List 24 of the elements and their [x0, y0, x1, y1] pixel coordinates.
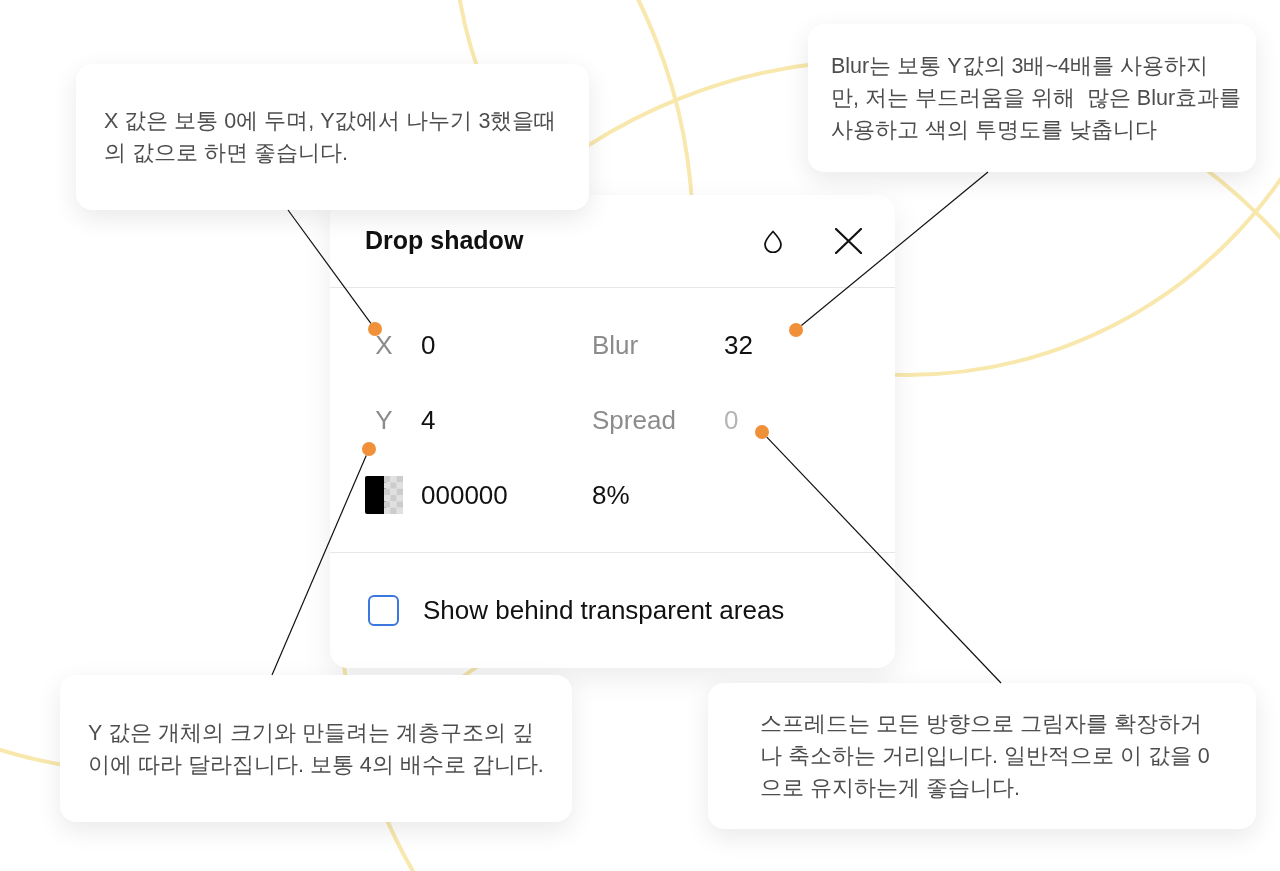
marker-dot-icon: [368, 322, 382, 336]
style-button[interactable]: [763, 229, 783, 253]
marker-dot-icon: [755, 425, 769, 439]
value-field[interactable]: 32: [724, 325, 753, 365]
callout-text: 스프레드는 모든 방향으로 그림자를 확장하거 나 축소하는 거리입니다. 일반적으로 이 값을 0 으로 유지하는게 좋습니다.: [760, 711, 1210, 802]
panel-title: Drop shadow: [365, 225, 524, 257]
close-button[interactable]: [835, 228, 862, 254]
callout-text: Blur는 보통 Y값의 3배~4배를 사용하지 만, 저는 부드러움을 위해 많은 Blur효과를 사용하고 색의 투명도를 낮춥니다: [831, 53, 1242, 144]
checkbox-label: Show behind transparent areas: [423, 594, 785, 627]
callout-text: Y 값은 개체의 크기와 만들려는 계층구조의 깊 이에 따라 달라집니다. 보통 4의 배수로 갑니다.: [88, 719, 544, 779]
value-field[interactable]: 0: [421, 325, 436, 365]
field-label: Y: [374, 410, 394, 430]
close-icon: [835, 228, 862, 254]
value-field[interactable]: 4: [421, 400, 436, 440]
callout-text: X 값은 보통 0에 두며, Y값에서 나누기 3했을때 의 값으로 하면 좋습니다.: [104, 108, 557, 167]
marker-dot-icon: [789, 323, 803, 337]
field-label: X: [374, 335, 394, 355]
field-label: Blur: [592, 335, 640, 355]
marker-dot-icon: [362, 442, 376, 456]
opacity-field[interactable]: 8%: [592, 475, 630, 515]
checkbox[interactable]: [368, 595, 399, 626]
color-swatch-icon[interactable]: [365, 476, 403, 514]
droplet-icon: [763, 229, 783, 253]
hex-field[interactable]: 000000: [421, 475, 508, 515]
